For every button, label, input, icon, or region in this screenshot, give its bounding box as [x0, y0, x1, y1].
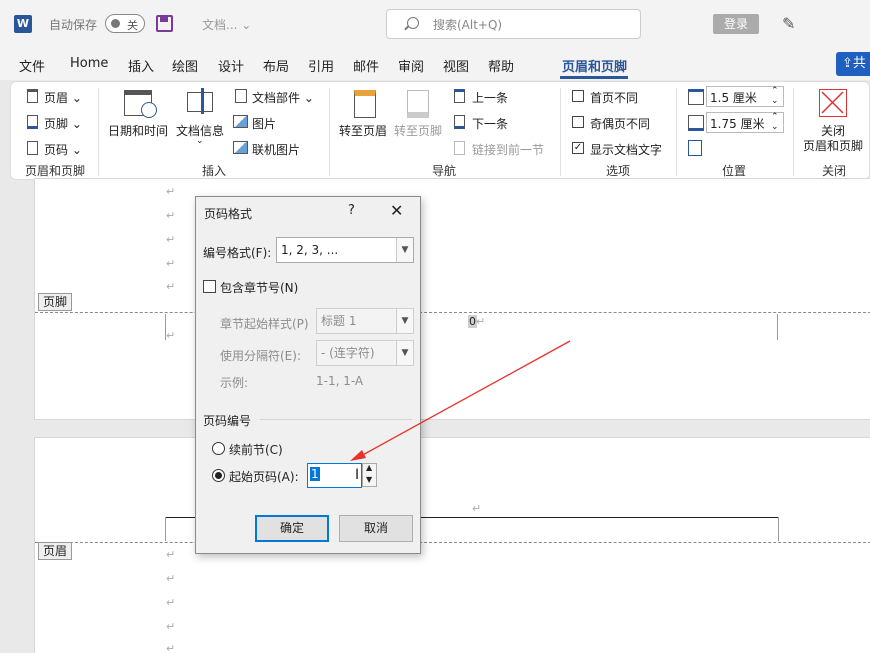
annotation-arrow	[350, 340, 571, 461]
